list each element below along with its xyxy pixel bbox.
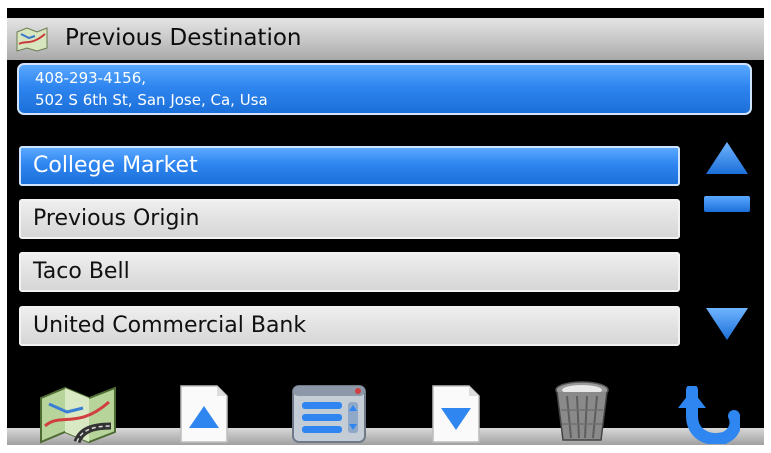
list-item[interactable]: United Commercial Bank bbox=[19, 306, 680, 346]
triangle-up-icon bbox=[706, 142, 748, 174]
list-item[interactable]: College Market bbox=[19, 146, 680, 186]
menu-list-icon bbox=[292, 385, 366, 443]
page-down-icon bbox=[432, 385, 480, 443]
device-screen: Previous Destination 408-293-4156, 502 S… bbox=[7, 8, 764, 445]
page-title: Previous Destination bbox=[65, 25, 302, 51]
trash-icon bbox=[555, 381, 609, 441]
list-item[interactable]: Taco Bell bbox=[19, 252, 680, 292]
scroll-down-button[interactable] bbox=[704, 306, 750, 342]
triangle-down-icon bbox=[706, 308, 748, 340]
title-bar: Previous Destination bbox=[7, 18, 764, 60]
address-phone: 408-293-4156, bbox=[35, 69, 147, 87]
scrollbar-thumb[interactable] bbox=[704, 196, 750, 212]
back-arrow-icon bbox=[678, 386, 740, 444]
page-up-button[interactable] bbox=[179, 384, 229, 444]
address-street: 502 S 6th St, San Jose, Ca, Usa bbox=[35, 91, 268, 109]
map-icon bbox=[40, 386, 116, 444]
scroll-up-button[interactable] bbox=[704, 140, 750, 176]
toolbar-strip bbox=[7, 428, 764, 445]
list-item[interactable]: Previous Origin bbox=[19, 199, 680, 239]
page-up-icon bbox=[180, 385, 228, 443]
back-button[interactable] bbox=[674, 386, 740, 444]
bottom-toolbar bbox=[7, 378, 764, 445]
page-down-button[interactable] bbox=[431, 384, 481, 444]
map-icon bbox=[16, 27, 48, 52]
destination-address: 408-293-4156, 502 S 6th St, San Jose, Ca… bbox=[17, 63, 752, 115]
map-button[interactable] bbox=[37, 382, 119, 444]
delete-button[interactable] bbox=[553, 380, 611, 444]
menu-list-button[interactable] bbox=[290, 380, 370, 444]
